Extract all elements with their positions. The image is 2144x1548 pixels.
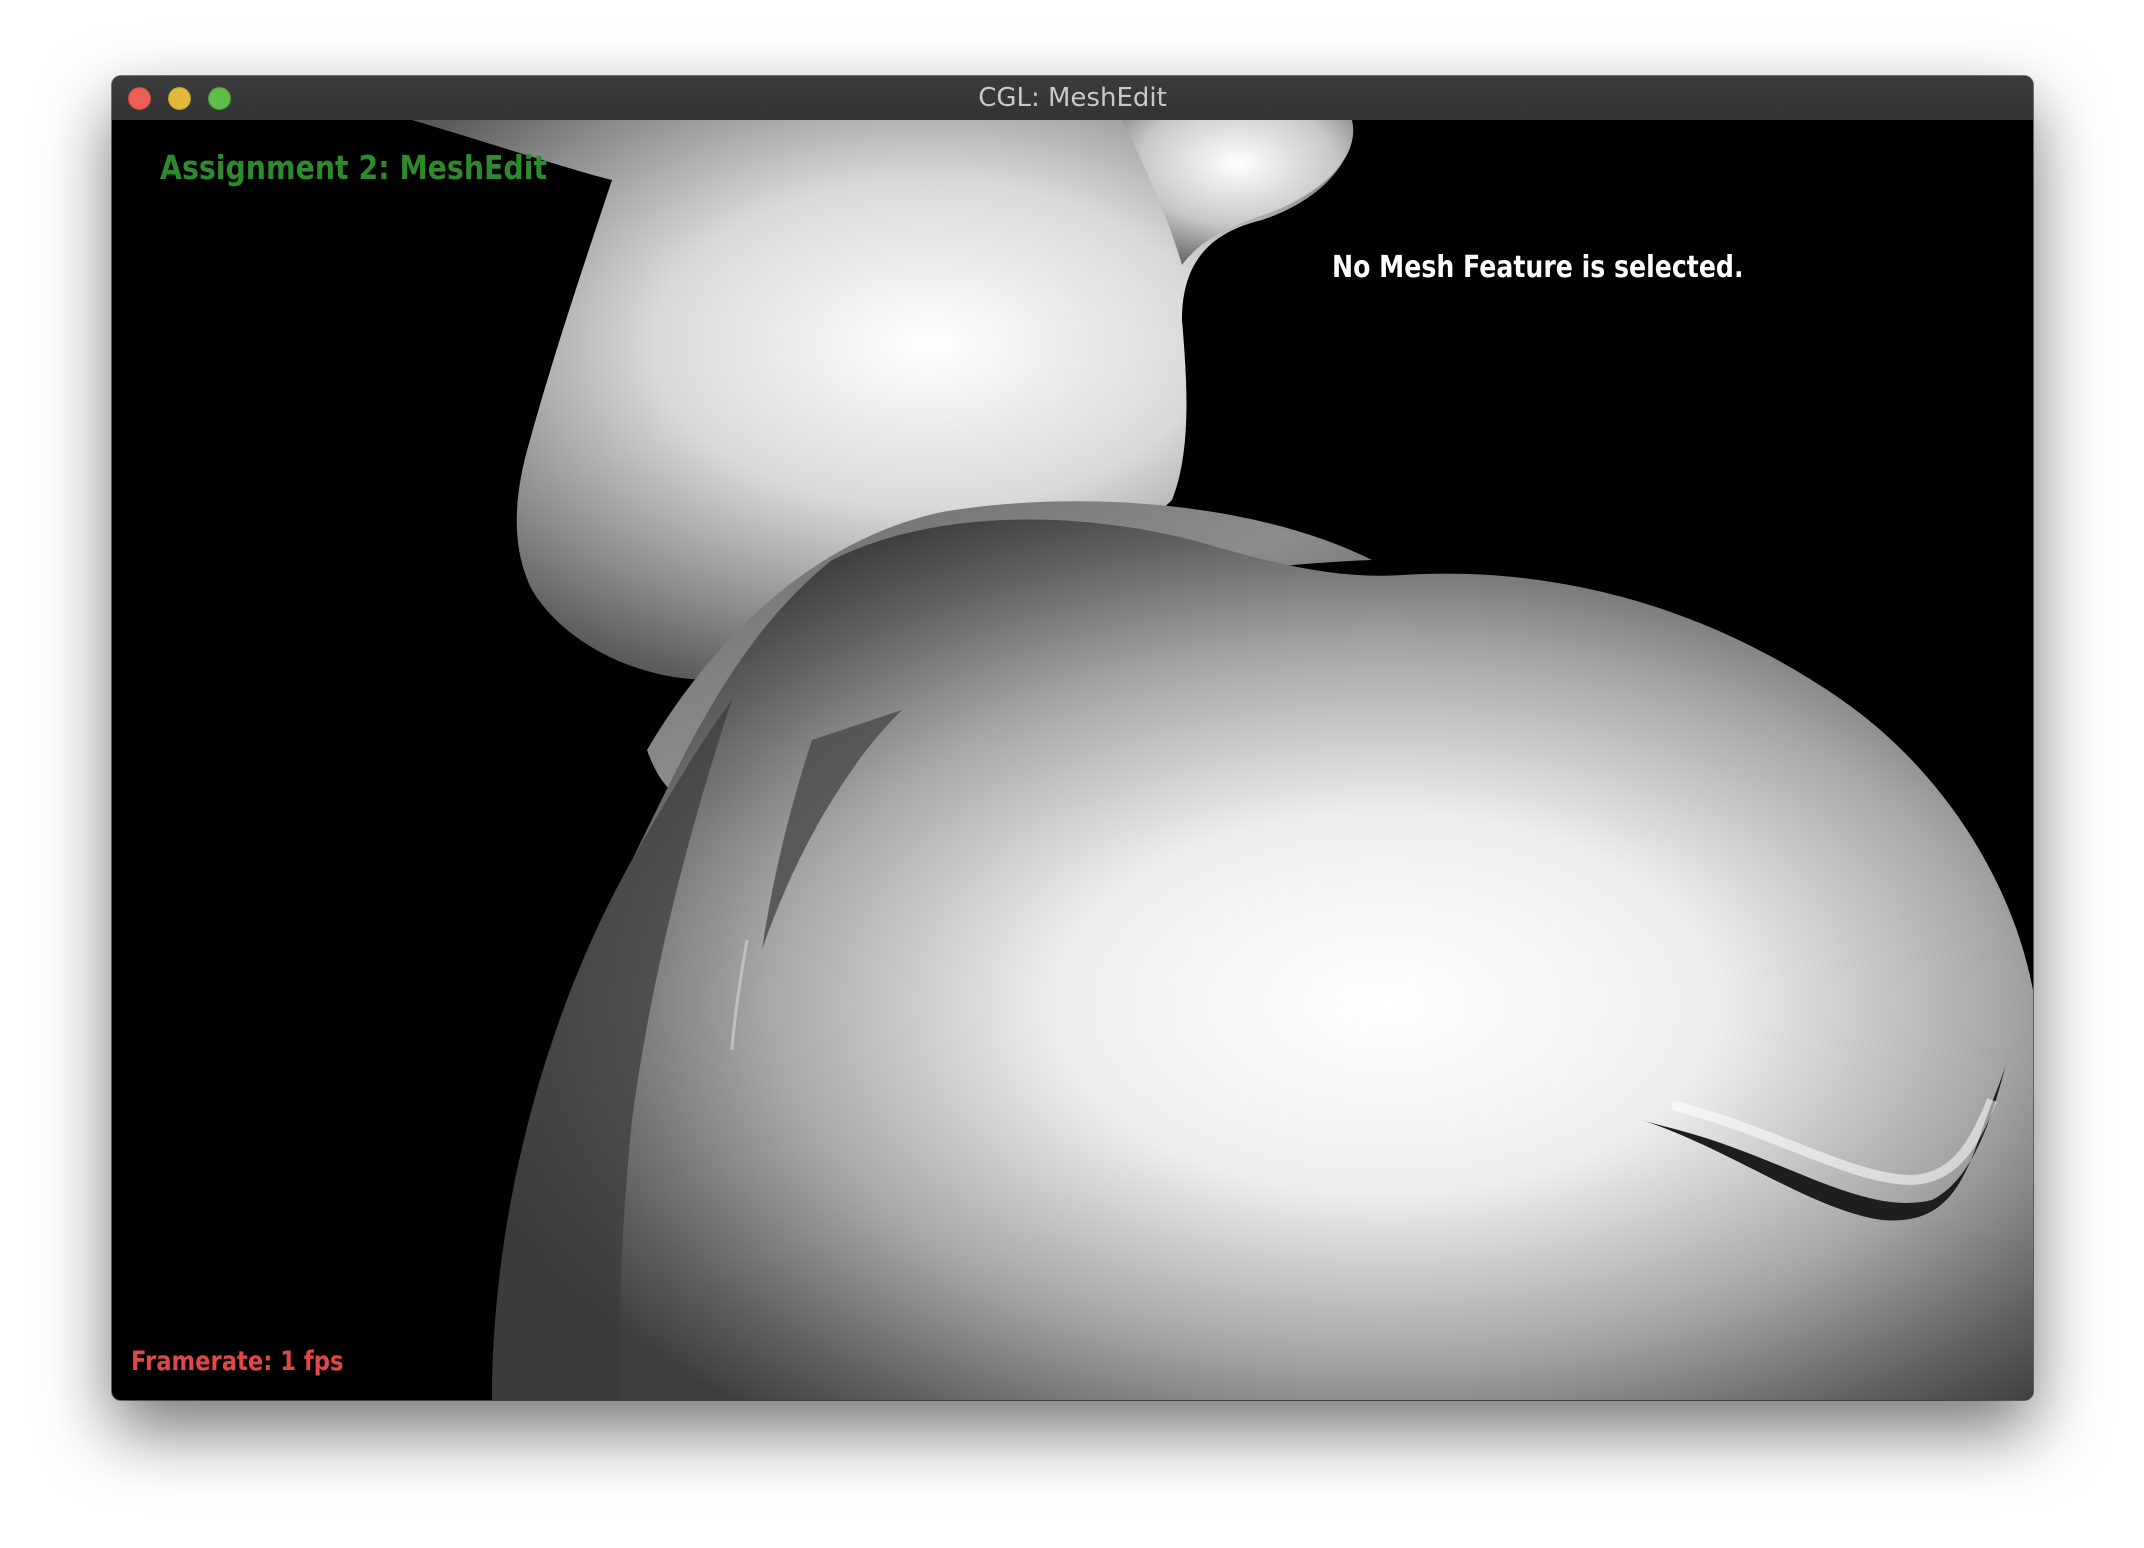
selection-status: No Mesh Feature is selected. xyxy=(1332,250,1744,285)
mesh-viewport[interactable]: Assignment 2: MeshEdit No Mesh Feature i… xyxy=(112,120,2033,1400)
mesh-render[interactable] xyxy=(112,120,2033,1400)
app-window: CGL: MeshEdit Assignment 2: MeshEdit No … xyxy=(112,76,2033,1400)
assignment-title: Assignment 2: MeshEdit xyxy=(160,148,548,187)
framerate-readout: Framerate: 1 fps xyxy=(131,1346,344,1377)
title-bar[interactable]: CGL: MeshEdit xyxy=(112,76,2033,121)
window-title: CGL: MeshEdit xyxy=(978,83,1167,113)
